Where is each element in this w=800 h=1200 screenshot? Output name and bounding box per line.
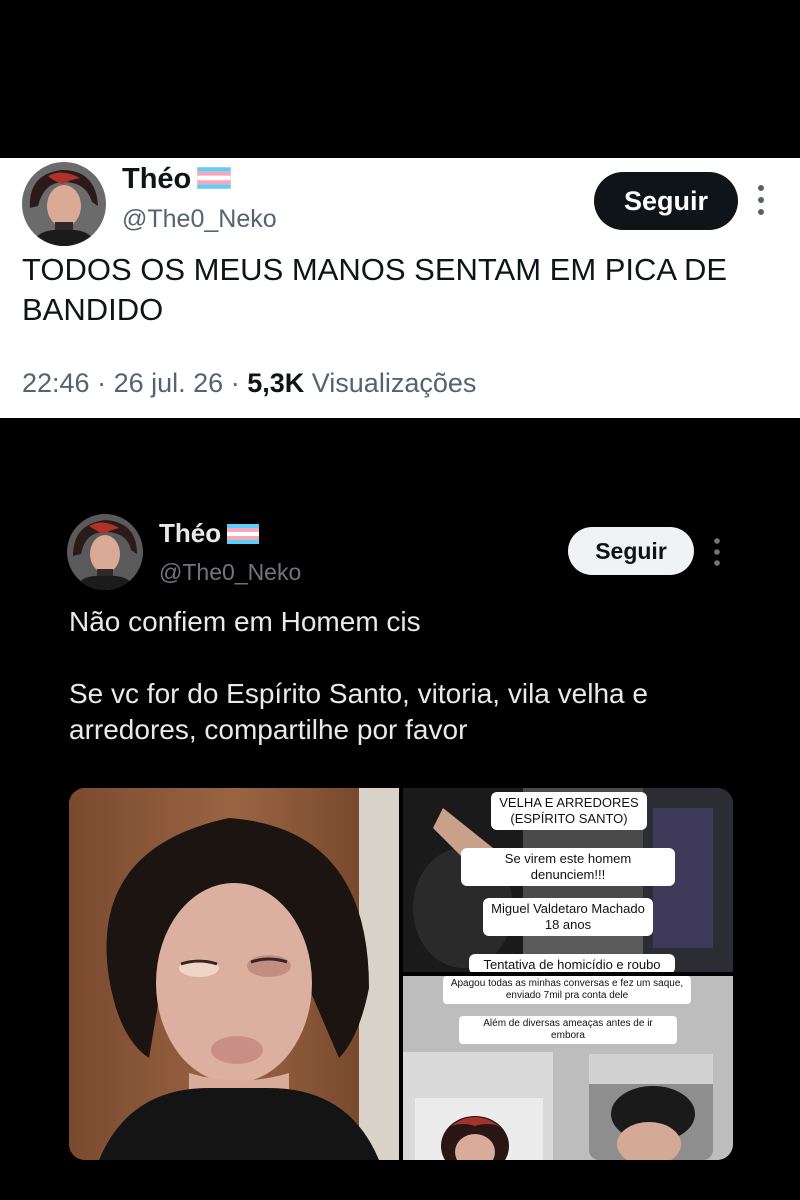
avatar[interactable] [22, 162, 106, 246]
author-name-text: Théo [159, 518, 222, 548]
media-photo-selfie[interactable] [69, 788, 399, 1160]
sticker-apagou: Apagou todas as minhas conversas e fez u… [443, 976, 691, 1004]
views-label: Visualizações [311, 368, 477, 398]
sticker-location: VELHA E ARREDORES (ESPÍRITO SANTO) [491, 792, 647, 830]
tweet-date[interactable]: 26 jul. 26 [114, 368, 224, 398]
tweet-card-light: Théo @The0_Neko Seguir TODOS OS MEUS MAN… [0, 158, 800, 418]
media-photo-story-bottom[interactable]: Apagou todas as minhas conversas e fez u… [403, 976, 733, 1160]
sticker-age-text: 18 anos [544, 917, 592, 932]
author-handle[interactable]: @The0_Neko [122, 204, 277, 234]
author-handle[interactable]: @The0_Neko [159, 558, 301, 586]
tweet-text: TODOS OS MEUS MANOS SENTAM EM PICA DE BA… [22, 252, 728, 327]
separator-dot: · [97, 368, 114, 398]
tweet-time[interactable]: 22:46 [22, 368, 90, 398]
author-name[interactable]: Théo [159, 518, 260, 550]
follow-button[interactable]: Seguir [594, 172, 738, 230]
tweet-meta: 22:46 · 26 jul. 26 · 5,3K Visualizações [22, 366, 476, 400]
sticker-name: Miguel Valdetaro Machado 18 anos [483, 898, 653, 936]
media-grid: VELHA E ARREDORES (ESPÍRITO SANTO) Se vi… [69, 788, 733, 1160]
avatar[interactable] [67, 514, 143, 590]
tweet-card-dark: Théo @The0_Neko Seguir Não confiem em Ho… [45, 508, 755, 1178]
tweet-text: Não confiem em Homem cis Se vc for do Es… [69, 604, 729, 784]
sticker-name-text: Miguel Valdetaro Machado [491, 901, 645, 916]
sticker-threats: Além de diversas ameaças antes de ir emb… [459, 1016, 677, 1044]
trans-flag-icon [227, 520, 260, 550]
separator-dot: · [230, 368, 248, 398]
follow-button[interactable]: Seguir [568, 527, 694, 575]
author-name-text: Théo [122, 163, 192, 195]
tweet-paragraph: Não confiem em Homem cis [69, 606, 421, 637]
more-vertical-icon[interactable] [752, 178, 770, 222]
tweet-paragraph: Se vc for do Espírito Santo, vitoria, vi… [69, 678, 648, 745]
view-count: 5,3K [247, 368, 305, 398]
sticker-crime: Tentativa de homicídio e roubo [469, 954, 675, 972]
media-photo-story-top[interactable]: VELHA E ARREDORES (ESPÍRITO SANTO) Se vi… [403, 788, 733, 972]
trans-flag-icon [197, 163, 232, 197]
author-name[interactable]: Théo [122, 162, 232, 197]
sticker-denounce: Se virem este homem denunciem!!! [461, 848, 675, 886]
more-vertical-icon[interactable] [709, 532, 725, 572]
